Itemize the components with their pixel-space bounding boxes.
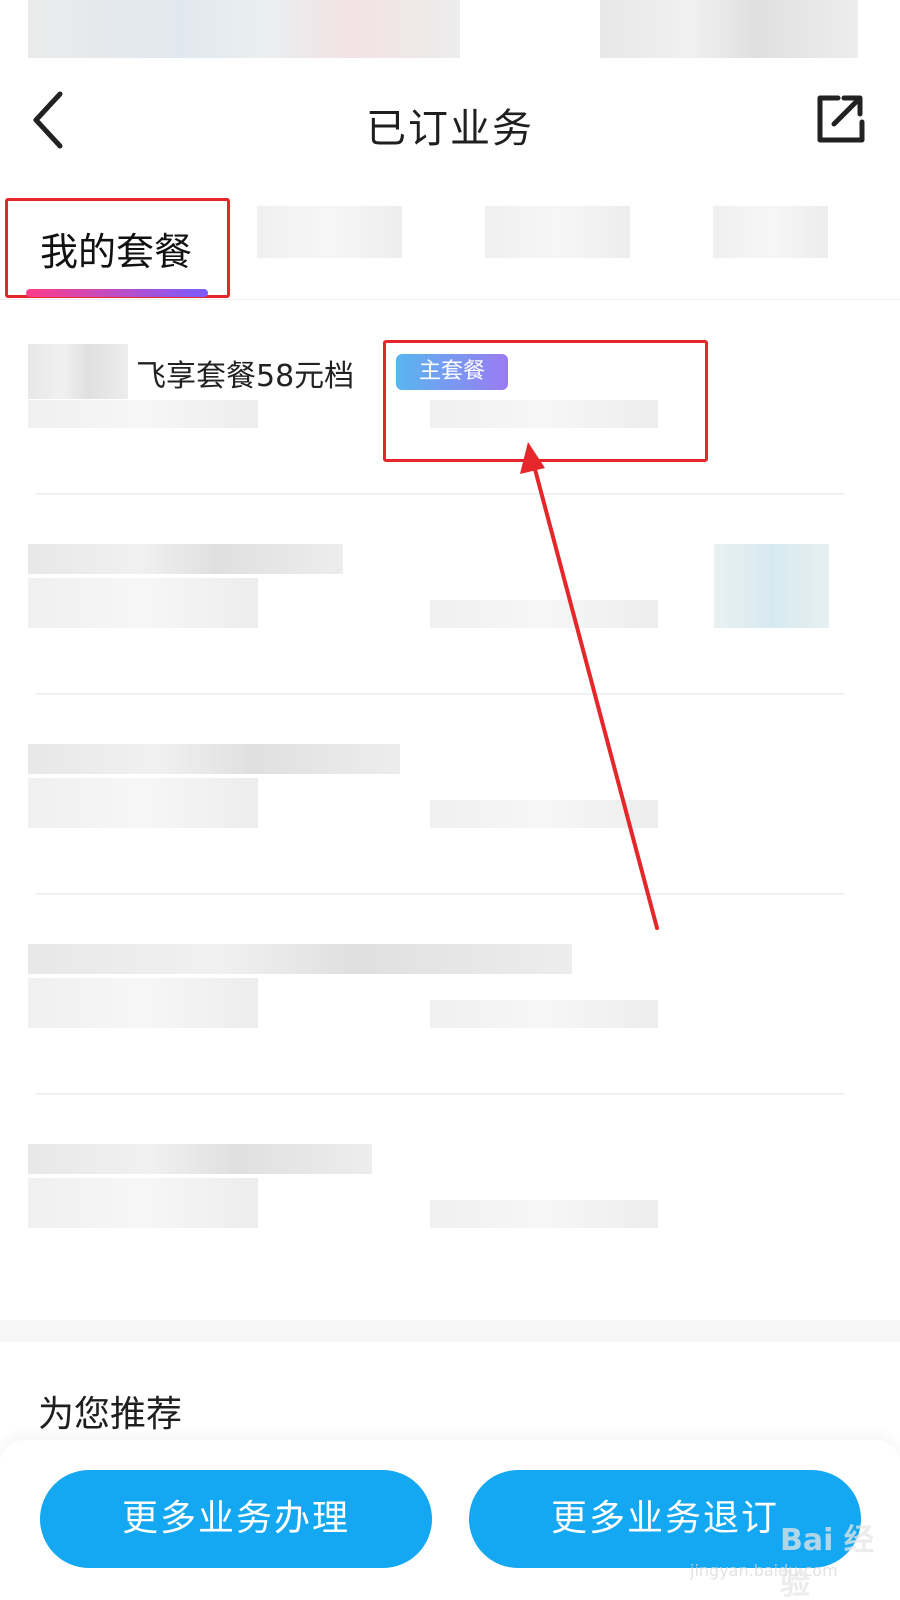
row-blurred-sub (28, 778, 258, 828)
watermark: Bai 经验 jingyan.baidu.com (690, 1505, 890, 1600)
plan-blurred-prefix (28, 344, 128, 399)
row-blurred-sub (28, 578, 258, 628)
watermark-text: Bai 经验 (780, 1523, 874, 1600)
watermark-sub: jingyan.baidu.com (690, 1561, 838, 1580)
row-blurred-value (430, 800, 658, 828)
share-icon[interactable] (810, 88, 870, 148)
status-bar (0, 0, 900, 60)
row-blurred-value (430, 600, 658, 628)
status-bar-blurred-left (28, 0, 460, 58)
tab-blurred-2[interactable] (257, 206, 402, 258)
tab-my-plans-label: 我的套餐 (40, 230, 193, 274)
row-blurred-icon (714, 544, 829, 628)
row-divider (36, 693, 844, 695)
row-blurred-value (430, 1200, 658, 1228)
tab-bar: 我的套餐 (0, 196, 900, 300)
status-bar-blurred-right (600, 0, 858, 58)
plan-name: 飞享套餐58元档 (136, 359, 355, 394)
row-blurred-sub (28, 978, 258, 1028)
row-blurred-value (430, 1000, 658, 1028)
plan-blurred-detail (28, 400, 258, 428)
section-divider (0, 1320, 900, 1342)
row-blurred-title (28, 544, 343, 574)
row-divider (36, 893, 844, 895)
tab-my-plans[interactable]: 我的套餐 (5, 198, 230, 298)
row-blurred-title (28, 1144, 372, 1174)
tab-active-underline (26, 289, 208, 297)
header: 已订业务 (0, 70, 900, 170)
row-blurred-title (28, 944, 572, 974)
row-blurred-title (28, 744, 400, 774)
page-title: 已订业务 (366, 106, 534, 152)
annotation-highlight-box (383, 340, 708, 462)
row-blurred-sub (28, 1178, 258, 1228)
more-apply-button[interactable]: 更多业务办理 (40, 1470, 432, 1568)
row-divider (36, 493, 844, 495)
recommend-title: 为您推荐 (38, 1394, 183, 1435)
row-divider (36, 1093, 844, 1095)
tab-blurred-3[interactable] (485, 206, 630, 258)
tab-blurred-4[interactable] (713, 206, 828, 258)
